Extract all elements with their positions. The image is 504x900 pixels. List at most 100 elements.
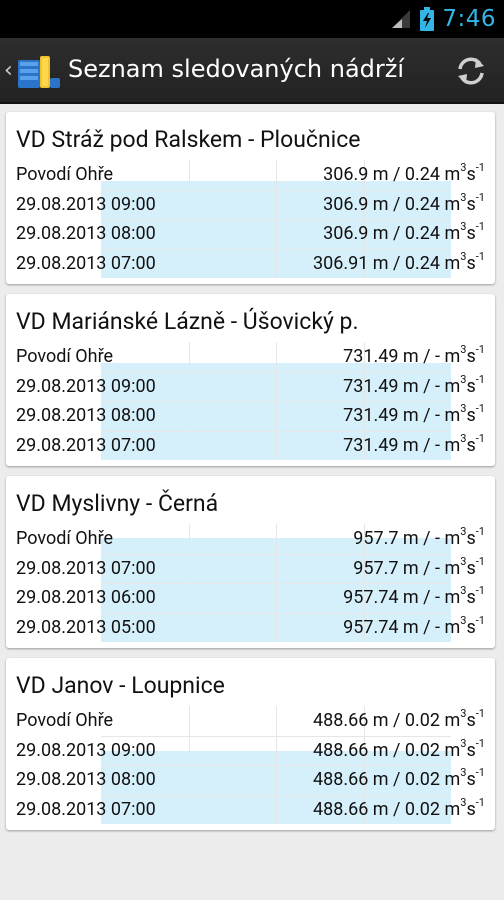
- history-row: 29.08.2013 07:00 306.91 m / 0.24 m3s-1: [6, 249, 495, 279]
- history-row: 29.08.2013 07:00 957.7 m / - m3s-1: [6, 554, 495, 584]
- reading-value: 306.9 m / 0.24 m3s-1: [323, 160, 485, 190]
- basin-row: Povodí Ohře 488.66 m / 0.02 m3s-1: [6, 706, 495, 736]
- reading-value: 731.49 m / - m3s-1: [343, 372, 485, 402]
- reading-value-text: 731.49 m / - m: [343, 346, 461, 367]
- unit-exponent: 3: [460, 190, 467, 204]
- unit-exponent: 3: [460, 795, 467, 809]
- unit-seconds: s: [466, 193, 476, 215]
- unit-exponent: 3: [460, 161, 467, 174]
- action-bar-title: Seznam sledovaných nádrží: [68, 55, 405, 83]
- unit-exponent: -1: [475, 584, 485, 597]
- unit-exponent: 3: [460, 372, 467, 386]
- reading-label: 29.08.2013 09:00: [16, 739, 156, 761]
- reading-label: 29.08.2013 09:00: [16, 193, 156, 215]
- unit-exponent: 3: [460, 707, 467, 720]
- unit-seconds: s: [466, 587, 476, 608]
- battery-charging-icon: [420, 7, 435, 31]
- history-row: 29.08.2013 09:00 306.9 m / 0.24 m3s-1: [6, 190, 495, 220]
- reservoir-readings: Povodí Ohře 306.9 m / 0.24 m3s-1 29.08.201…: [6, 160, 495, 278]
- unit-seconds: s: [466, 616, 476, 638]
- history-row: 29.08.2013 08:00 488.66 m / 0.02 m3s-1: [6, 765, 495, 795]
- unit-exponent: -1: [475, 707, 485, 720]
- reading-label: Povodí Ohře: [16, 710, 114, 731]
- reading-label: 29.08.2013 08:00: [16, 223, 156, 244]
- status-clock: 7:46: [442, 6, 496, 32]
- history-row: 29.08.2013 05:00 957.74 m / - m3s-1: [6, 613, 495, 643]
- reading-value: 488.66 m / 0.02 m3s-1: [313, 706, 485, 736]
- reading-value-text: 306.91 m / 0.24 m: [313, 252, 461, 274]
- reading-value: 488.66 m / 0.02 m3s-1: [313, 765, 485, 795]
- unit-exponent: -1: [475, 190, 485, 204]
- unit-exponent: -1: [475, 249, 485, 263]
- history-row: 29.08.2013 07:00 488.66 m / 0.02 m3s-1: [6, 795, 495, 825]
- unit-seconds: s: [466, 739, 476, 761]
- reservoir-card[interactable]: VD Janov - Loupnice Povodí Ohře 488.66 m /…: [6, 658, 495, 830]
- unit-seconds: s: [466, 375, 476, 397]
- reading-label: 29.08.2013 08:00: [16, 769, 156, 790]
- unit-exponent: -1: [475, 220, 485, 233]
- unit-seconds: s: [466, 164, 476, 185]
- signal-icon: [390, 8, 412, 30]
- reading-value: 306.91 m / 0.24 m3s-1: [313, 249, 485, 279]
- reading-value: 957.7 m / - m3s-1: [353, 524, 485, 554]
- reading-value-text: 957.7 m / - m: [353, 557, 461, 579]
- reading-value: 957.7 m / - m3s-1: [353, 554, 485, 584]
- up-caret-icon[interactable]: ‹: [4, 58, 13, 83]
- unit-exponent: -1: [475, 402, 485, 415]
- unit-exponent: 3: [460, 402, 467, 415]
- unit-exponent: 3: [460, 584, 467, 597]
- reading-label: 29.08.2013 09:00: [16, 375, 156, 397]
- reservoir-readings: Povodí Ohře 957.7 m / - m3s-1 29.08.2013 0…: [6, 524, 495, 642]
- reading-label: Povodí Ohře: [16, 528, 114, 549]
- app-logo-icon[interactable]: [14, 52, 62, 92]
- reading-value: 306.9 m / 0.24 m3s-1: [323, 190, 485, 220]
- reading-label: Povodí Ohře: [16, 346, 114, 367]
- reading-value-text: 306.9 m / 0.24 m: [323, 164, 461, 185]
- reservoir-name: VD Myslivny - Černá: [16, 490, 219, 517]
- reservoir-name: VD Janov - Loupnice: [16, 672, 225, 699]
- reading-value-text: 731.49 m / - m: [343, 375, 461, 397]
- reservoir-card[interactable]: VD Mariánské Lázně - Úšovický p. Povodí O…: [6, 294, 495, 466]
- reading-label: 29.08.2013 07:00: [16, 434, 156, 456]
- reading-value-text: 957.74 m / - m: [343, 587, 461, 608]
- reading-value: 488.66 m / 0.02 m3s-1: [313, 795, 485, 825]
- reservoir-readings: Povodí Ohře 731.49 m / - m3s-1 29.08.2013 …: [6, 342, 495, 460]
- reading-value: 306.9 m / 0.24 m3s-1: [323, 219, 485, 249]
- unit-exponent: -1: [475, 431, 485, 445]
- status-bar: 7:46: [0, 0, 504, 38]
- history-row: 29.08.2013 07:00 731.49 m / - m3s-1: [6, 431, 495, 461]
- reservoir-card[interactable]: VD Stráž pod Ralskem - Ploučnice Povodí O…: [6, 112, 495, 284]
- unit-seconds: s: [466, 769, 476, 790]
- unit-exponent: -1: [475, 766, 485, 779]
- reading-value-text: 488.66 m / 0.02 m: [313, 798, 461, 820]
- reading-value-text: 306.9 m / 0.24 m: [323, 193, 461, 215]
- unit-seconds: s: [466, 710, 476, 731]
- reading-value-text: 488.66 m / 0.02 m: [313, 739, 461, 761]
- basin-row: Povodí Ohře 957.7 m / - m3s-1: [6, 524, 495, 554]
- refresh-icon: [458, 57, 484, 85]
- unit-seconds: s: [466, 798, 476, 820]
- refresh-button[interactable]: [448, 48, 494, 94]
- unit-seconds: s: [466, 405, 476, 426]
- unit-exponent: 3: [460, 525, 467, 538]
- unit-exponent: 3: [460, 343, 467, 356]
- reading-label: 29.08.2013 05:00: [16, 616, 156, 638]
- reading-value-text: 488.66 m / 0.02 m: [313, 710, 461, 731]
- unit-seconds: s: [466, 252, 476, 274]
- reading-value-text: 957.74 m / - m: [343, 616, 461, 638]
- unit-exponent: -1: [475, 343, 485, 356]
- reading-value: 957.74 m / - m3s-1: [343, 613, 485, 643]
- reservoir-list: VD Stráž pod Ralskem - Ploučnice Povodí O…: [6, 112, 495, 840]
- reading-value-text: 731.49 m / - m: [343, 434, 461, 456]
- reading-value: 731.49 m / - m3s-1: [343, 401, 485, 431]
- history-row: 29.08.2013 06:00 957.74 m / - m3s-1: [6, 583, 495, 613]
- reading-value: 957.74 m / - m3s-1: [343, 583, 485, 613]
- reading-value: 488.66 m / 0.02 m3s-1: [313, 736, 485, 766]
- reading-label: 29.08.2013 07:00: [16, 252, 156, 274]
- reading-value-text: 957.7 m / - m: [353, 528, 461, 549]
- reading-value-text: 731.49 m / - m: [343, 405, 461, 426]
- reservoir-card[interactable]: VD Myslivny - Černá Povodí Ohře 957.7 m / …: [6, 476, 495, 648]
- reading-value-text: 306.9 m / 0.24 m: [323, 223, 461, 244]
- unit-exponent: 3: [460, 736, 467, 750]
- unit-exponent: -1: [475, 161, 485, 174]
